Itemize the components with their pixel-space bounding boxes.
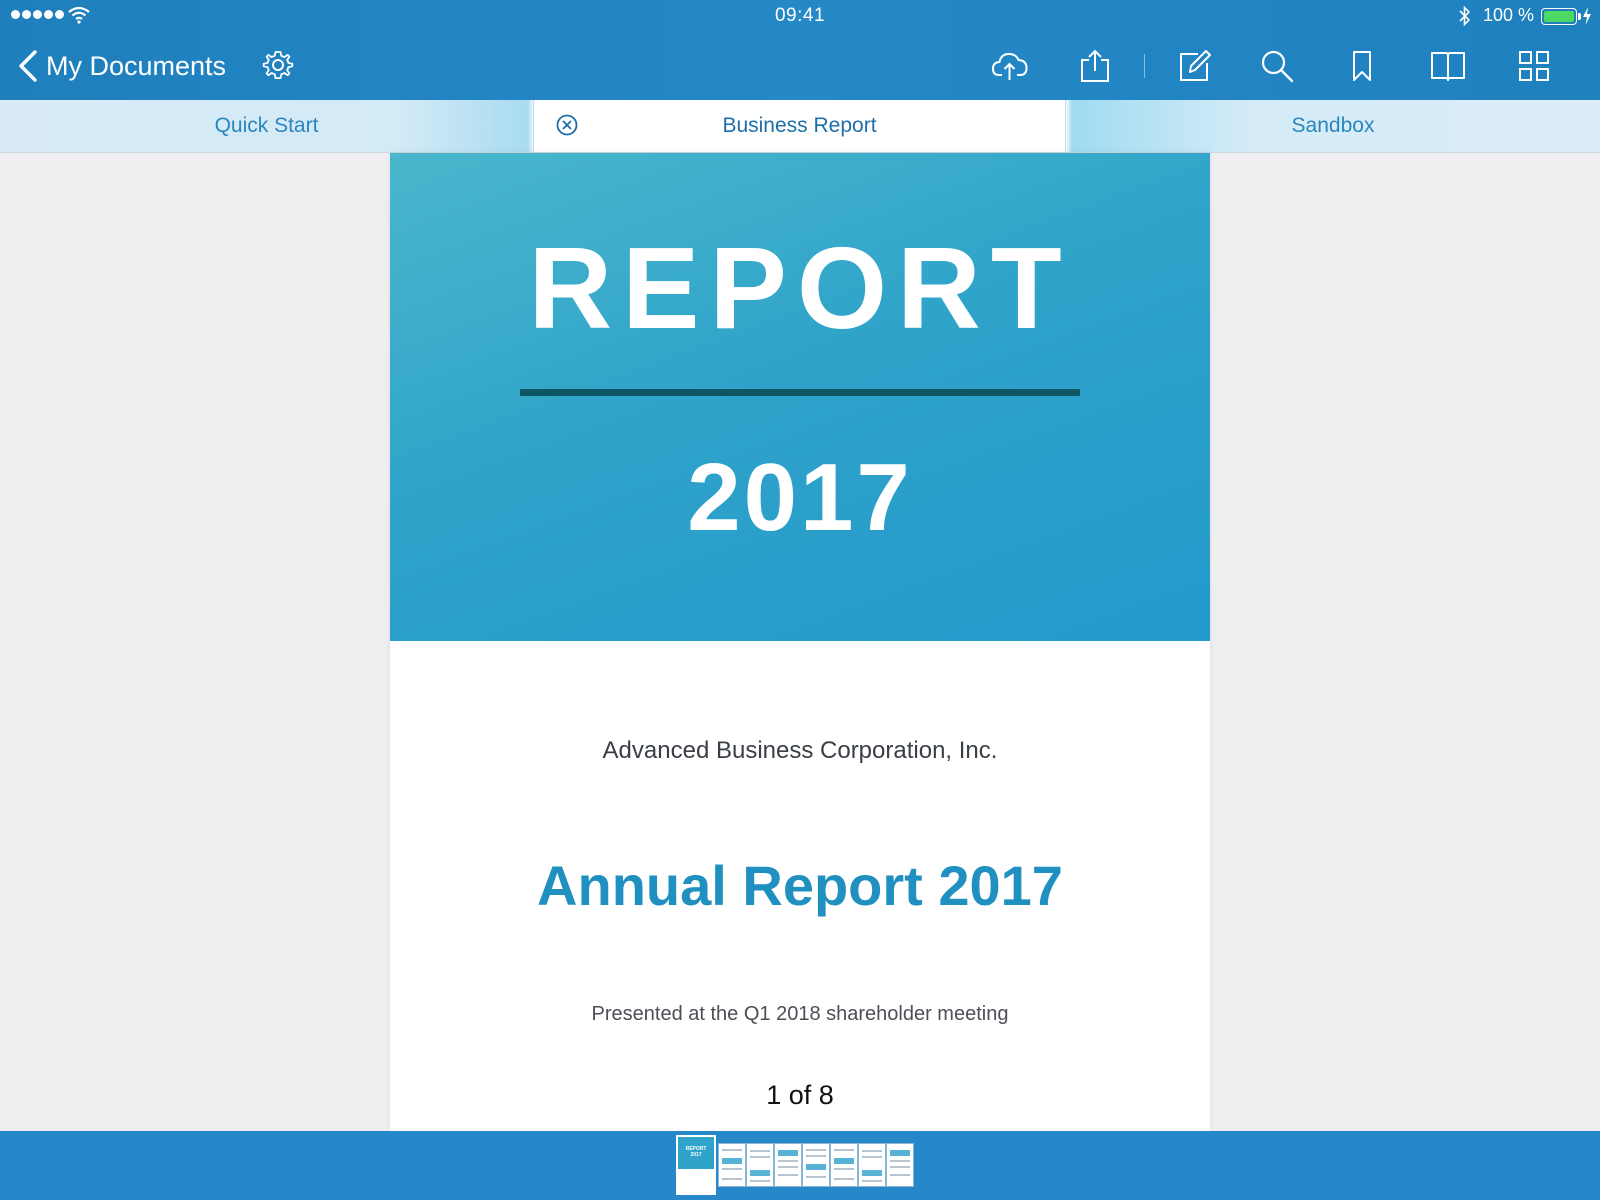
company-name: Advanced Business Corporation, Inc.: [602, 737, 998, 764]
battery-percent: 100 %: [1483, 5, 1535, 25]
tab-sandbox[interactable]: Sandbox: [1066, 100, 1600, 152]
page-thumbnail-1[interactable]: REPORT 2017: [676, 1135, 716, 1195]
document-heading: Annual Report 2017: [537, 854, 1063, 917]
search-icon: [1261, 50, 1294, 83]
bookmark-icon: [1353, 51, 1371, 81]
back-button[interactable]: My Documents: [18, 48, 226, 84]
thumbnail-line: [806, 1155, 826, 1157]
bookmark-button[interactable]: [1340, 44, 1384, 88]
battery-fill: [1544, 11, 1574, 22]
thumbnail-line: [722, 1168, 742, 1170]
thumbnail-line: [890, 1174, 910, 1176]
thumbnail-line: [862, 1150, 882, 1152]
thumbnail-line: [722, 1178, 742, 1180]
thumbnail-line: [750, 1170, 770, 1176]
thumbnail-line: [722, 1149, 742, 1151]
page-thumbnail-6[interactable]: [830, 1143, 858, 1187]
share-button[interactable]: [1073, 44, 1117, 88]
page-thumbnail-8[interactable]: [886, 1143, 914, 1187]
thumbnail-line: [778, 1160, 798, 1162]
thumbnail-line: [778, 1166, 798, 1168]
toolbar-divider: [1144, 54, 1145, 78]
thumbnail-line: [862, 1180, 882, 1182]
thumbnail-line: [750, 1180, 770, 1182]
thumbnail-bar: REPORT 2017: [0, 1131, 1600, 1200]
thumbnail-line: [890, 1160, 910, 1162]
document-tabs: Quick Start Business Report Sandbox: [0, 100, 1600, 153]
thumbnail-line: [834, 1178, 854, 1180]
close-tab-icon[interactable]: [556, 114, 578, 136]
thumbnail-line: [862, 1156, 882, 1158]
cloud-upload-button[interactable]: [988, 44, 1032, 88]
document-page[interactable]: REPORT 2017 Advanced Business Corporatio…: [390, 153, 1210, 1131]
cover-banner: REPORT 2017: [390, 153, 1210, 641]
reader-view-button[interactable]: [1426, 44, 1470, 88]
thumbnail-line: [834, 1168, 854, 1170]
back-label: My Documents: [46, 50, 227, 81]
tab-business-report[interactable]: Business Report: [533, 100, 1066, 152]
page-thumbnail-7[interactable]: [858, 1143, 886, 1187]
thumbnail-line: [834, 1158, 854, 1164]
gear-icon[interactable]: [262, 49, 294, 81]
share-icon: [1081, 49, 1109, 82]
edit-icon: [1180, 50, 1211, 81]
status-time: 09:41: [774, 5, 826, 26]
page-thumbnail-3[interactable]: [746, 1143, 774, 1187]
thumbnail-line: [778, 1174, 798, 1176]
thumbnail-line: [862, 1170, 882, 1176]
thumbnail-line: [806, 1149, 826, 1151]
status-bar: 09:41 100 %: [0, 0, 1600, 34]
top-bar: 09:41 100 % My Documents: [0, 0, 1600, 100]
thumbnail-cover-year: 2017: [690, 1152, 702, 1158]
thumbnail-line: [806, 1176, 826, 1178]
document-subtitle: Presented at the Q1 2018 shareholder mee…: [591, 1003, 1009, 1025]
thumbnails-button[interactable]: [1512, 44, 1556, 88]
cover-year: 2017: [687, 444, 913, 551]
thumbnail-line: [750, 1156, 770, 1158]
battery-icon: [1541, 8, 1581, 25]
bluetooth-icon: [1459, 5, 1471, 27]
tab-label: Business Report: [722, 114, 877, 137]
page-indicator: 1 of 8: [766, 1080, 834, 1110]
page-thumbnail-2[interactable]: [718, 1143, 746, 1187]
thumbnail-cover: REPORT 2017: [678, 1137, 714, 1170]
thumbnail-line: [890, 1166, 910, 1168]
edit-button[interactable]: [1173, 44, 1217, 88]
thumbnail-line: [890, 1150, 910, 1156]
cover-divider: [520, 389, 1080, 396]
thumbnail-line: [778, 1150, 798, 1156]
thumbnail-strip[interactable]: REPORT 2017: [676, 1135, 914, 1195]
chevron-left-icon: [19, 50, 37, 82]
tab-label: Quick Start: [214, 114, 319, 137]
tab-quick-start[interactable]: Quick Start: [0, 100, 533, 152]
thumbnail-line: [722, 1158, 742, 1164]
tab-label: Sandbox: [1291, 114, 1375, 137]
cloud-upload-icon: [992, 53, 1028, 80]
page-thumbnail-5[interactable]: [802, 1143, 830, 1187]
cover-title: REPORT: [528, 223, 1072, 353]
book-icon: [1431, 52, 1465, 81]
charging-bolt-icon: [1583, 7, 1591, 25]
grid-icon: [1519, 51, 1549, 81]
thumbnail-line: [806, 1164, 826, 1170]
page-thumbnail-4[interactable]: [774, 1143, 802, 1187]
search-button[interactable]: [1255, 44, 1299, 88]
thumbnail-line: [834, 1149, 854, 1151]
thumbnail-line: [750, 1150, 770, 1152]
